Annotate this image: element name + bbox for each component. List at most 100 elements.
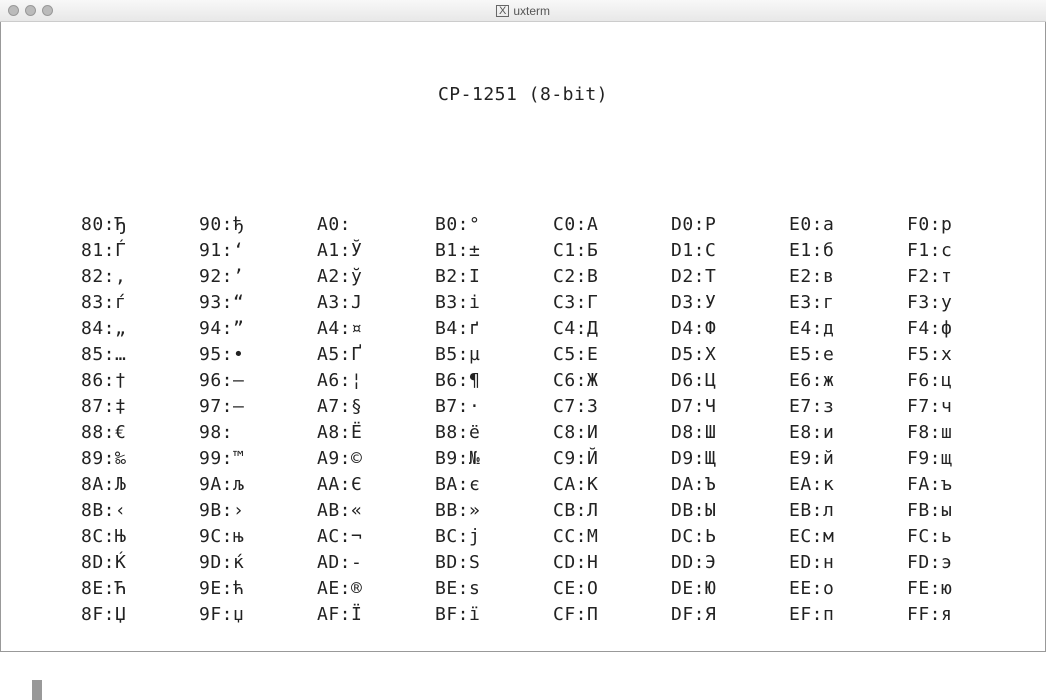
code-entry: A7:§: [317, 394, 435, 420]
code-entry: B1:±: [435, 238, 553, 264]
code-entry: D3:У: [671, 290, 789, 316]
code-entry: 98:: [199, 420, 317, 446]
code-entry: C5:Е: [553, 342, 671, 368]
terminal-cursor: [32, 680, 42, 700]
code-entry: E3:г: [789, 290, 907, 316]
code-entry: B8:ё: [435, 420, 553, 446]
code-entry: BF:ї: [435, 602, 553, 628]
code-entry: 97:—: [199, 394, 317, 420]
code-entry: F0:р: [907, 212, 1025, 238]
code-entry: D5:Х: [671, 342, 789, 368]
code-entry: 9B:›: [199, 498, 317, 524]
code-entry: EE:о: [789, 576, 907, 602]
code-entry: B0:°: [435, 212, 553, 238]
code-entry: E7:з: [789, 394, 907, 420]
code-entry: A1:Ў: [317, 238, 435, 264]
code-entry: DB:Ы: [671, 498, 789, 524]
code-entry: DF:Я: [671, 602, 789, 628]
terminal-content[interactable]: CP-1251 (8-bit) 80:Ђ81:Ѓ82:‚83:ѓ84:„85:……: [0, 22, 1046, 652]
code-entry: B4:ґ: [435, 316, 553, 342]
code-entry: DC:Ь: [671, 524, 789, 550]
code-entry: 94:”: [199, 316, 317, 342]
code-entry: A5:Ґ: [317, 342, 435, 368]
code-entry: 80:Ђ: [81, 212, 199, 238]
minimize-button[interactable]: [25, 5, 36, 16]
code-entry: 8B:‹: [81, 498, 199, 524]
code-entry: EF:п: [789, 602, 907, 628]
code-entry: E2:в: [789, 264, 907, 290]
code-entry: FC:ь: [907, 524, 1025, 550]
code-entry: E0:а: [789, 212, 907, 238]
code-entry: D2:Т: [671, 264, 789, 290]
code-entry: D6:Ц: [671, 368, 789, 394]
code-entry: AE:®: [317, 576, 435, 602]
code-entry: CD:Н: [553, 550, 671, 576]
code-entry: D1:С: [671, 238, 789, 264]
code-entry: C6:Ж: [553, 368, 671, 394]
code-entry: DA:Ъ: [671, 472, 789, 498]
code-entry: B7:·: [435, 394, 553, 420]
code-entry: F5:х: [907, 342, 1025, 368]
code-entry: 95:•: [199, 342, 317, 368]
code-entry: FD:э: [907, 550, 1025, 576]
code-entry: CF:П: [553, 602, 671, 628]
code-column-80: 80:Ђ81:Ѓ82:‚83:ѓ84:„85:…86:†87:‡88:€89:‰…: [81, 212, 199, 628]
code-column-C0: C0:АC1:БC2:ВC3:ГC4:ДC5:ЕC6:ЖC7:ЗC8:ИC9:Й…: [553, 212, 671, 628]
code-entry: C2:В: [553, 264, 671, 290]
maximize-button[interactable]: [42, 5, 53, 16]
code-entry: F6:ц: [907, 368, 1025, 394]
code-entry: A2:ў: [317, 264, 435, 290]
code-entry: BC:ј: [435, 524, 553, 550]
code-entry: B5:µ: [435, 342, 553, 368]
code-entry: 92:’: [199, 264, 317, 290]
code-entry: EB:л: [789, 498, 907, 524]
code-entry: F3:у: [907, 290, 1025, 316]
window-title-text: uxterm: [513, 4, 550, 18]
code-entry: E8:и: [789, 420, 907, 446]
code-entry: CE:О: [553, 576, 671, 602]
code-entry: ED:н: [789, 550, 907, 576]
code-entry: BD:Ѕ: [435, 550, 553, 576]
code-entry: EC:м: [789, 524, 907, 550]
code-entry: A6:¦: [317, 368, 435, 394]
code-entry: F9:щ: [907, 446, 1025, 472]
code-column-D0: D0:РD1:СD2:ТD3:УD4:ФD5:ХD6:ЦD7:ЧD8:ШD9:Щ…: [671, 212, 789, 628]
code-entry: 9A:љ: [199, 472, 317, 498]
code-entry: C8:И: [553, 420, 671, 446]
code-entry: A0:: [317, 212, 435, 238]
window-buttons: [8, 5, 53, 16]
code-entry: E9:й: [789, 446, 907, 472]
code-entry: E6:ж: [789, 368, 907, 394]
code-entry: C7:З: [553, 394, 671, 420]
code-entry: CA:К: [553, 472, 671, 498]
code-entry: 93:“: [199, 290, 317, 316]
code-table: 80:Ђ81:Ѓ82:‚83:ѓ84:„85:…86:†87:‡88:€89:‰…: [11, 212, 1035, 628]
close-button[interactable]: [8, 5, 19, 16]
code-entry: B9:№: [435, 446, 553, 472]
code-entry: DE:Ю: [671, 576, 789, 602]
code-entry: FA:ъ: [907, 472, 1025, 498]
code-entry: F1:с: [907, 238, 1025, 264]
code-entry: 96:–: [199, 368, 317, 394]
code-entry: 89:‰: [81, 446, 199, 472]
code-entry: A3:Ј: [317, 290, 435, 316]
code-entry: C1:Б: [553, 238, 671, 264]
code-entry: 91:‘: [199, 238, 317, 264]
code-entry: EA:к: [789, 472, 907, 498]
code-entry: BB:»: [435, 498, 553, 524]
code-entry: CB:Л: [553, 498, 671, 524]
code-entry: 9F:џ: [199, 602, 317, 628]
code-entry: F8:ш: [907, 420, 1025, 446]
code-entry: 83:ѓ: [81, 290, 199, 316]
code-entry: BE:ѕ: [435, 576, 553, 602]
code-entry: D7:Ч: [671, 394, 789, 420]
code-entry: AD:-: [317, 550, 435, 576]
code-entry: 81:Ѓ: [81, 238, 199, 264]
code-entry: A9:©: [317, 446, 435, 472]
code-entry: D4:Ф: [671, 316, 789, 342]
code-entry: 8C:Њ: [81, 524, 199, 550]
code-entry: D0:Р: [671, 212, 789, 238]
code-entry: 9E:ћ: [199, 576, 317, 602]
code-entry: 9D:ќ: [199, 550, 317, 576]
code-entry: C3:Г: [553, 290, 671, 316]
